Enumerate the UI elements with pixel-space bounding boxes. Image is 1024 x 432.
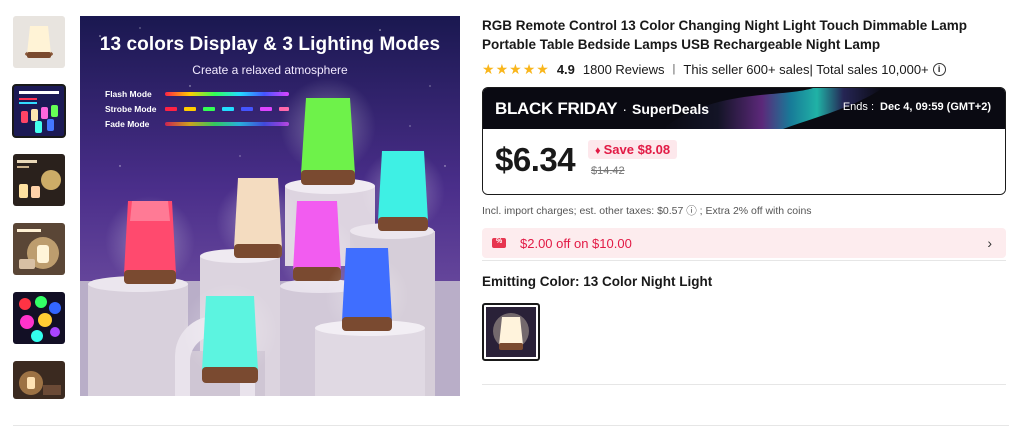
dot-separator: ·: [622, 100, 628, 117]
hero-title: 13 colors Display & 3 Lighting Modes: [99, 34, 441, 55]
save-badge: ♦ Save $8.08: [588, 140, 678, 159]
black-friday-banner: BLACK FRIDAY · SuperDeals Ends : Dec 4, 0…: [483, 88, 1005, 129]
divider: [13, 425, 1009, 426]
night-light-swatch-image: [486, 307, 536, 357]
product-info: RGB Remote Control 13 Color Changing Nig…: [482, 16, 1006, 258]
tax-note: Incl. import charges; est. other taxes: …: [482, 205, 812, 217]
ends-label: Ends :: [842, 101, 875, 113]
black-friday-label: BLACK FRIDAY: [495, 98, 618, 118]
mode-label-flash: Flash Mode: [105, 89, 152, 99]
original-price: $14.42: [591, 165, 625, 177]
color-dots-thumbnail: [13, 292, 65, 344]
info-icon[interactable]: i: [932, 62, 946, 76]
thumbnail-5[interactable]: [13, 292, 65, 344]
product-title: RGB Remote Control 13 Color Changing Nig…: [482, 18, 967, 52]
main-product-image[interactable]: 13 colors Display & 3 Lighting Modes Cre…: [80, 16, 460, 396]
soothing-light-thumbnail: [13, 223, 65, 275]
lamp-modes-thumbnail: [13, 85, 65, 137]
star-rating[interactable]: ★ ★ ★ ★ ★: [482, 62, 549, 76]
reviews-link[interactable]: 1800 Reviews: [583, 62, 665, 77]
chevron-right-icon: ›: [987, 235, 992, 251]
divider: [482, 384, 1006, 385]
rating-row: ★ ★ ★ ★ ★ 4.9 1800 Reviews | This seller…: [482, 60, 1006, 78]
ends-time: Dec 4, 09:59 (GMT+2): [880, 101, 991, 113]
tag-icon: ♦: [595, 145, 601, 157]
superdeals-label: SuperDeals: [632, 100, 710, 117]
price-section: $6.34 ♦ Save $8.08 $14.42: [483, 129, 1005, 194]
deal-ends: Ends : Dec 4, 09:59 (GMT+2): [843, 101, 991, 113]
coupon-bar[interactable]: $2.00 off on $10.00 ›: [482, 228, 1006, 258]
variant-label: Emitting Color: 13 Color Night Light: [482, 274, 713, 289]
star-icon: ★: [536, 61, 549, 77]
separator: |: [672, 63, 676, 75]
thumbnail-list: [12, 16, 66, 416]
feature-grid-thumbnail: [13, 154, 65, 206]
sales-text: This seller 600+ sales| Total sales 10,0…: [683, 61, 929, 77]
mode-label-fade: Fade Mode: [105, 119, 150, 129]
thumbnail-2[interactable]: [12, 84, 66, 138]
star-icon: ★: [482, 61, 495, 77]
thumbnail-1[interactable]: [13, 16, 65, 68]
thumbnail-6[interactable]: [13, 361, 65, 399]
rating-score: 4.9: [556, 61, 575, 77]
coupon-icon: [492, 238, 506, 248]
coupon-text: $2.00 off on $10.00: [520, 235, 632, 251]
current-price: $6.34: [495, 141, 576, 178]
hero-subtitle: Create a relaxed atmosphere: [192, 63, 348, 77]
thumbnail-4[interactable]: [13, 223, 65, 275]
star-icon: ★: [522, 61, 536, 77]
star-icon: ★: [509, 61, 522, 77]
star-icon: ★: [495, 61, 509, 77]
single-lamp-thumbnail: [13, 16, 65, 68]
superdeals-box: BLACK FRIDAY · SuperDeals Ends : Dec 4, 0…: [482, 87, 1006, 195]
bedroom-scene-thumbnail: [13, 361, 65, 399]
divider: [482, 260, 1006, 261]
color-swatch-selected[interactable]: [482, 303, 540, 361]
mode-label-strobe: Strobe Mode: [105, 104, 157, 114]
save-amount: Save $8.08: [603, 142, 671, 157]
thumbnail-3[interactable]: [13, 154, 65, 206]
